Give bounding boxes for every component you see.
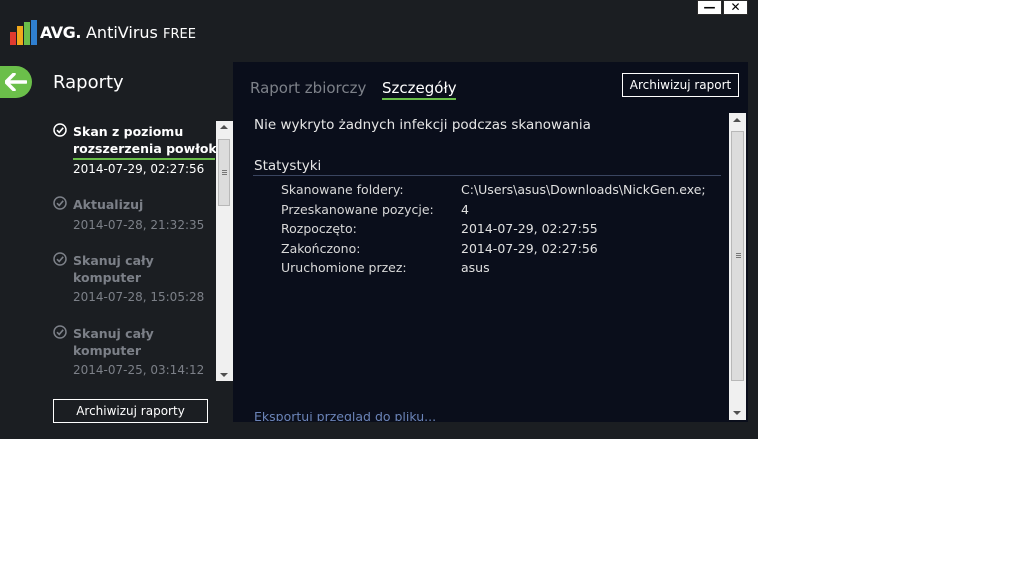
stat-label-launched-by: Uruchomione przez: bbox=[281, 260, 407, 275]
report-name: Skanuj cały komputer bbox=[73, 325, 154, 359]
report-item-full-scan-2[interactable]: Skanuj cały komputer 2014-07-25, 03:14:1… bbox=[53, 325, 215, 381]
export-overview-link-text[interactable]: Eksportuj przegląd do pliku... bbox=[254, 412, 436, 421]
app-window: AVG. AntiVirus FREE — ✕ Raporty Skan z p… bbox=[0, 0, 758, 439]
report-date: 2014-07-28, 15:05:28 bbox=[73, 290, 205, 304]
app-title: AVG. AntiVirus FREE bbox=[40, 23, 196, 42]
tab-summary-report[interactable]: Raport zbiorczy bbox=[250, 79, 366, 97]
page-title: Raporty bbox=[53, 72, 124, 93]
stat-value-scanned-items: 4 bbox=[461, 202, 469, 217]
check-circle-icon bbox=[53, 196, 67, 210]
statistics-heading: Statystyki bbox=[254, 158, 322, 174]
report-name-line1: Skan z poziomu bbox=[73, 124, 184, 139]
report-item-shell-scan[interactable]: Skan z poziomu rozszerzenia powłoki 2014… bbox=[53, 123, 221, 179]
archive-reports-button[interactable]: Archiwizuj raporty bbox=[53, 399, 208, 423]
check-circle-icon bbox=[53, 252, 67, 266]
stat-label-finished: Zakończono: bbox=[281, 241, 361, 256]
scroll-up-arrow-icon[interactable] bbox=[220, 125, 228, 129]
report-name: Aktualizuj bbox=[73, 197, 144, 212]
report-name: Skanuj cały komputer bbox=[73, 252, 154, 286]
active-report-indicator bbox=[73, 158, 215, 160]
report-date: 2014-07-28, 21:32:35 bbox=[73, 218, 205, 232]
check-circle-icon bbox=[53, 325, 67, 339]
stat-label-scanned-items: Przeskanowane pozycje: bbox=[281, 202, 434, 217]
brand-name: AVG. bbox=[40, 23, 81, 42]
report-name-line2: komputer bbox=[73, 270, 142, 285]
stat-value-started: 2014-07-29, 02:27:55 bbox=[461, 221, 598, 236]
report-name-line2: rozszerzenia powłoki bbox=[73, 141, 222, 156]
avg-logo-icon bbox=[10, 20, 37, 45]
report-name-line1: Skanuj cały bbox=[73, 326, 154, 341]
stat-value-scanned-folders: C:\Users\asus\Downloads\NickGen.exe; bbox=[461, 182, 706, 197]
minimize-button[interactable]: — bbox=[697, 0, 722, 15]
report-item-update[interactable]: Aktualizuj 2014-07-28, 21:32:35 bbox=[53, 196, 215, 236]
stat-label-started: Rozpoczęto: bbox=[281, 221, 357, 236]
selected-tab-indicator bbox=[382, 98, 456, 100]
scan-result-text: Nie wykryto żadnych infekcji podczas ska… bbox=[254, 117, 591, 133]
stat-label-scanned-folders: Skanowane foldery: bbox=[281, 182, 404, 197]
title-bar[interactable]: AVG. AntiVirus FREE — ✕ bbox=[0, 0, 758, 52]
scrollbar-thumb[interactable] bbox=[218, 139, 230, 206]
arrow-left-icon bbox=[5, 73, 27, 91]
scroll-down-arrow-icon[interactable] bbox=[220, 373, 228, 377]
back-button[interactable] bbox=[0, 66, 32, 98]
scroll-down-arrow-icon[interactable] bbox=[733, 411, 741, 415]
edition-label: FREE bbox=[162, 27, 196, 42]
scroll-up-arrow-icon[interactable] bbox=[733, 118, 741, 122]
report-name-line1: Skanuj cały bbox=[73, 253, 154, 268]
stat-value-finished: 2014-07-29, 02:27:56 bbox=[461, 241, 598, 256]
export-overview-link[interactable]: Eksportuj przegląd do pliku... bbox=[254, 412, 436, 421]
report-list-scrollbar[interactable] bbox=[216, 121, 233, 381]
scrollbar-thumb[interactable] bbox=[731, 131, 744, 381]
report-item-full-scan-1[interactable]: Skanuj cały komputer 2014-07-28, 15:05:2… bbox=[53, 252, 215, 308]
details-scrollbar[interactable] bbox=[729, 113, 746, 420]
archive-report-button[interactable]: Archiwizuj raport bbox=[622, 73, 739, 97]
product-name: AntiVirus bbox=[85, 23, 158, 42]
check-circle-icon bbox=[53, 123, 67, 137]
report-name: Skan z poziomu rozszerzenia powłoki bbox=[73, 123, 221, 157]
report-date: 2014-07-29, 02:27:56 bbox=[73, 162, 205, 176]
tab-details[interactable]: Szczegóły bbox=[382, 79, 457, 97]
report-name-line2: komputer bbox=[73, 343, 142, 358]
report-date: 2014-07-25, 03:14:12 bbox=[73, 363, 205, 377]
statistics-divider bbox=[253, 175, 721, 176]
close-button[interactable]: ✕ bbox=[723, 0, 748, 15]
stat-value-launched-by: asus bbox=[461, 260, 490, 275]
